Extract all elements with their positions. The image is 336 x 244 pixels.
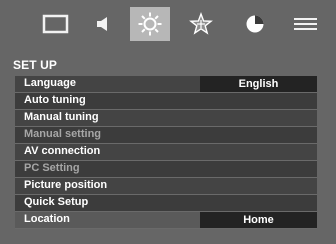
tab-features[interactable] bbox=[181, 7, 221, 41]
menu-item-pc-setting: PC Setting bbox=[15, 161, 317, 178]
location-value: Home bbox=[200, 212, 317, 228]
menu-item-auto-tuning[interactable]: Auto tuning bbox=[15, 93, 317, 110]
menu-item-location[interactable]: Location Home bbox=[15, 212, 317, 229]
setup-gear-icon bbox=[136, 10, 164, 38]
speaker-icon bbox=[92, 13, 116, 35]
language-value: English bbox=[200, 76, 317, 92]
menu-item-manual-tuning[interactable]: Manual tuning bbox=[15, 110, 317, 127]
tab-picture[interactable] bbox=[36, 7, 76, 41]
section-title: SET UP bbox=[13, 58, 57, 72]
tv-setup-screen: SET UP Language English Auto tuning Manu… bbox=[0, 0, 336, 244]
timer-clock-icon bbox=[244, 13, 266, 35]
menu-item-label: AV connection bbox=[24, 145, 101, 157]
setup-menu: Language English Auto tuning Manual tuni… bbox=[15, 76, 317, 229]
tab-menu[interactable] bbox=[286, 7, 326, 41]
menu-item-label: Auto tuning bbox=[24, 94, 86, 106]
menu-item-label: PC Setting bbox=[24, 162, 80, 174]
menu-item-quick-setup[interactable]: Quick Setup bbox=[15, 195, 317, 212]
menu-item-label: Quick Setup bbox=[24, 196, 89, 208]
menu-category-tabs bbox=[0, 0, 336, 50]
tab-setup[interactable] bbox=[130, 7, 170, 41]
tab-sound[interactable] bbox=[84, 7, 124, 41]
menu-item-manual-setting: Manual setting bbox=[15, 127, 317, 144]
menu-item-picture-position[interactable]: Picture position bbox=[15, 178, 317, 195]
tab-timer[interactable] bbox=[235, 7, 275, 41]
menu-lines-icon bbox=[292, 15, 320, 33]
menu-item-av-connection[interactable]: AV connection bbox=[15, 144, 317, 161]
features-star-icon bbox=[189, 12, 213, 36]
display-icon bbox=[42, 13, 70, 35]
menu-item-label: Picture position bbox=[24, 179, 108, 191]
menu-item-label: Location bbox=[24, 213, 70, 225]
menu-item-label: Manual setting bbox=[24, 128, 102, 140]
menu-item-label: Manual tuning bbox=[24, 111, 99, 123]
menu-item-language[interactable]: Language English bbox=[15, 76, 317, 93]
menu-item-label: Language bbox=[24, 77, 76, 89]
